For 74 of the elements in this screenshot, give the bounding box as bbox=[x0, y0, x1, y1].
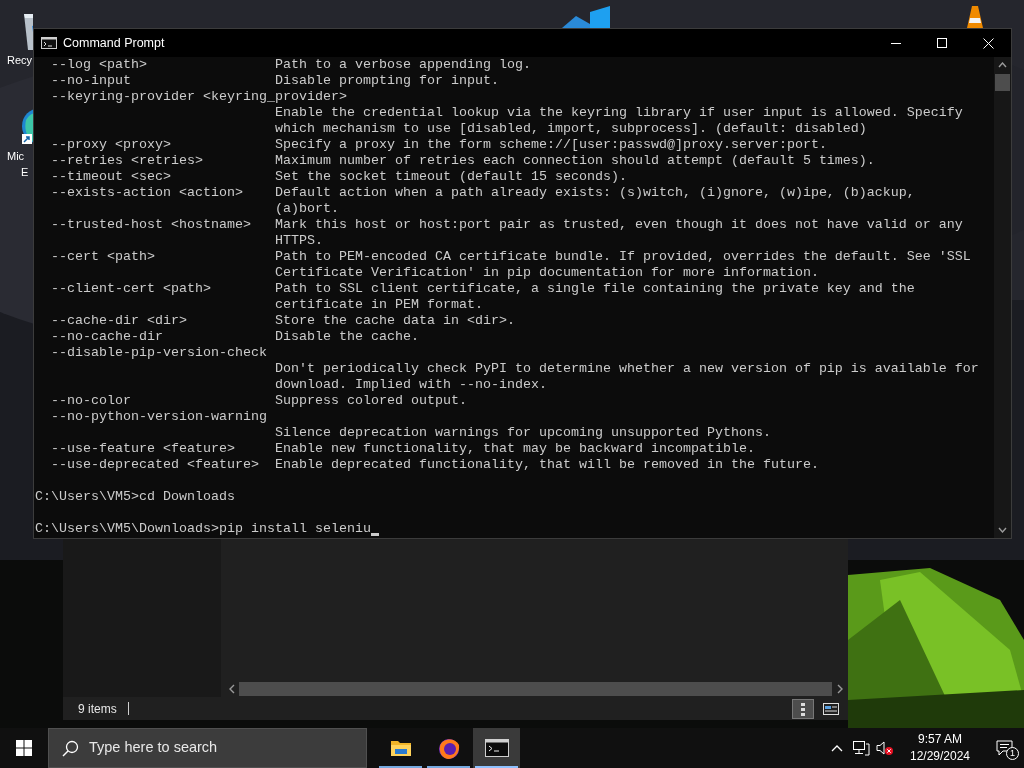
option-description: Disable the cache. bbox=[275, 329, 419, 345]
option-name: --use-feature <feature> bbox=[50, 441, 236, 457]
option-description: Enable deprecated functionality, that will be removed in the future. bbox=[275, 457, 819, 473]
close-icon bbox=[982, 37, 994, 49]
option-description: certificate in PEM format. bbox=[275, 297, 483, 313]
option-description: Enable new functionality, that may be backward incompatible. bbox=[275, 441, 755, 457]
command-line: C:\Users\VM5>cd Downloads bbox=[35, 489, 235, 505]
option-description: Default action when a path already exists: (s)witch, (i)gnore, (w)ipe, (b)ackup, bbox=[275, 185, 915, 201]
taskbar-app[interactable] bbox=[473, 728, 520, 768]
option-name: --disable-pip-version-check bbox=[50, 345, 267, 361]
maximize-icon bbox=[937, 38, 947, 48]
option-name: --log <path> bbox=[50, 57, 148, 73]
vertical-scrollbar[interactable] bbox=[994, 57, 1011, 538]
network-icon[interactable] bbox=[852, 740, 870, 756]
muted-speaker-icon[interactable] bbox=[876, 740, 894, 756]
tiles-icon bbox=[823, 702, 839, 715]
option-name: --trusted-host <hostname> bbox=[50, 217, 252, 233]
option-description: HTTPS. bbox=[275, 233, 323, 249]
item-count: 9 items bbox=[78, 700, 117, 718]
fox-browser-icon bbox=[436, 736, 461, 760]
option-description: Mark this host or host:port pair as trusted, even though it does not have valid or any bbox=[275, 217, 963, 233]
option-description: Silence deprecation warnings for upcoming unsupported Pythons. bbox=[275, 425, 771, 441]
code-editor-icon[interactable] bbox=[560, 6, 610, 28]
option-description: Maximum number of retries each connection should attempt (default 5 times). bbox=[275, 153, 875, 169]
option-name: --cert <path> bbox=[50, 249, 156, 265]
option-name: --retries <retries> bbox=[50, 153, 204, 169]
option-name: --client-cert <path> bbox=[50, 281, 212, 297]
option-description: Enable the credential lookup via the keyring library if user input is allowed. Specify bbox=[275, 105, 963, 121]
search-box[interactable]: Type here to search bbox=[48, 728, 367, 768]
option-description: download. Implied with --no-index. bbox=[275, 377, 547, 393]
folder-icon bbox=[389, 739, 412, 757]
icon-label: Mic bbox=[6, 149, 26, 164]
option-description: Store the cache data in <dir>. bbox=[275, 313, 515, 329]
option-description: which mechanism to use [disabled, import, subprocess]. (default: disabled) bbox=[275, 121, 867, 137]
scrollbar-thumb[interactable] bbox=[995, 74, 1010, 91]
chevron-up-icon[interactable] bbox=[831, 744, 843, 752]
terminal-icon bbox=[41, 37, 57, 49]
details-view-button[interactable] bbox=[792, 698, 814, 719]
option-name: --timeout <sec> bbox=[50, 169, 172, 185]
option-description: Path to SSL client certificate, a single file containing the private key and the bbox=[275, 281, 915, 297]
option-name: --proxy <proxy> bbox=[50, 137, 172, 153]
option-description: Suppress colored output. bbox=[275, 393, 467, 409]
option-description: Path to PEM-encoded CA certificate bundle. If provided, overrides the default. See 'SSL bbox=[275, 249, 971, 265]
details-icon bbox=[798, 701, 808, 716]
notification-button[interactable]: 1 bbox=[984, 728, 1024, 768]
message-icon bbox=[995, 740, 1013, 756]
clock[interactable]: 9:57 AM 12/29/2024 bbox=[902, 731, 978, 765]
option-name: --no-python-version-warning bbox=[50, 409, 267, 425]
option-name: --no-color bbox=[50, 393, 132, 409]
notification-count: 1 bbox=[1006, 747, 1019, 760]
option-name: --no-input bbox=[50, 73, 132, 89]
option-description: Path to a verbose appending log. bbox=[275, 57, 531, 73]
option-name: --exists-action <action> bbox=[50, 185, 244, 201]
time: 9:57 AM bbox=[918, 731, 962, 748]
option-description: Disable prompting for input. bbox=[275, 73, 499, 89]
option-description: Specify a proxy in the form scheme://[user:passwd@]proxy.server:port. bbox=[275, 137, 827, 153]
search-icon bbox=[62, 739, 79, 757]
option-name: --no-cache-dir bbox=[50, 329, 164, 345]
option-description: Certificate Verification' in pip documentation for more information. bbox=[275, 265, 819, 281]
option-description: Set the socket timeout (default 15 seconds). bbox=[275, 169, 627, 185]
date: 12/29/2024 bbox=[909, 748, 971, 765]
option-name: --keyring-provider <keyring_provider> bbox=[50, 89, 347, 105]
traffic-cone-icon[interactable] bbox=[966, 6, 984, 28]
option-description: (a)bort. bbox=[275, 201, 339, 217]
option-name: --use-deprecated <feature> bbox=[50, 457, 260, 473]
icon-label: Recy bbox=[6, 53, 33, 68]
windows-logo-icon bbox=[16, 740, 32, 756]
icon-label: E bbox=[20, 165, 29, 180]
option-name: --cache-dir <dir> bbox=[50, 313, 188, 329]
command-line: C:\Users\VM5\Downloads>pip install seleniu bbox=[35, 521, 371, 537]
window-title: Command Prompt bbox=[63, 34, 165, 52]
terminal-icon bbox=[484, 739, 509, 757]
option-description: Don't periodically check PyPI to determine whether a new version of pip is available for bbox=[275, 361, 979, 377]
scrollbar-thumb[interactable] bbox=[239, 682, 832, 696]
